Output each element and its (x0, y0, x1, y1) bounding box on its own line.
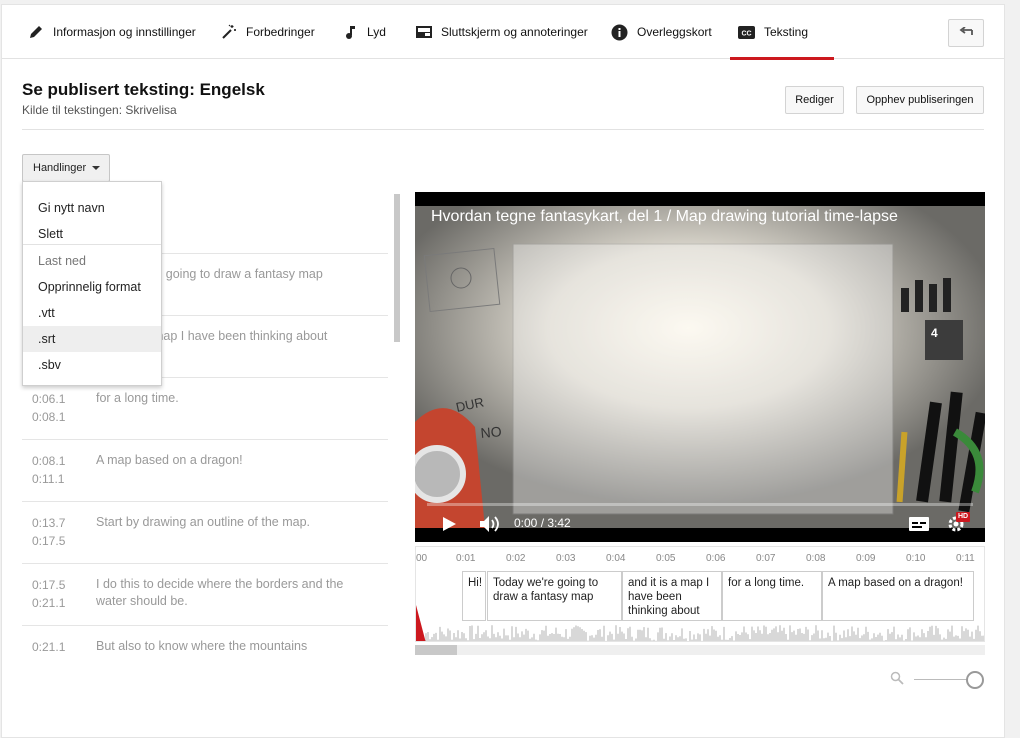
pencil-icon (28, 24, 44, 40)
tab-label: Forbedringer (246, 25, 315, 39)
timeline-cue[interactable]: A map based on a dragon! (822, 571, 974, 621)
unpublish-button[interactable]: Opphev publiseringen (856, 86, 984, 114)
menu-item-original-format[interactable]: Opprinnelig format (23, 274, 161, 300)
audio-waveform (425, 625, 984, 641)
tab-label: Lyd (367, 25, 386, 39)
volume-icon[interactable] (479, 515, 501, 538)
caption-text: I do this to decide where the borders an… (96, 577, 344, 608)
svg-text:CC: CC (741, 30, 751, 37)
timeline-scroll-thumb[interactable] (415, 645, 457, 655)
divider (22, 129, 984, 130)
caption-start: 0:13.7 (32, 516, 66, 530)
subtitles-icon[interactable] (909, 517, 929, 536)
time-tick: 0:08 (806, 553, 826, 564)
tab-label: Overleggskort (637, 25, 712, 39)
time-tick: 0:05 (656, 553, 676, 564)
caption-text: A map based on a dragon! (96, 453, 243, 467)
zoom-control[interactable] (890, 669, 986, 691)
zoom-magnifier-icon (890, 671, 904, 690)
caption-row[interactable]: 0:06.1 0:08.1 for a long time. (22, 378, 388, 440)
caption-start: 0:17.5 (32, 578, 66, 592)
tab-bar: Informasjon og innstillinger Forbedringe… (2, 5, 1004, 60)
magic-wand-icon (221, 24, 237, 40)
actions-menu: Gi nytt navn Slett Last ned Opprinnelig … (22, 181, 162, 386)
edit-button[interactable]: Rediger (785, 86, 844, 114)
time-tick: 0:06 (706, 553, 726, 564)
hd-badge: HD (956, 512, 971, 522)
time-tick: 0:02 (506, 553, 526, 564)
caption-text: But also to know where the mountains (96, 639, 308, 653)
info-icon (611, 24, 628, 41)
caption-row[interactable]: 0:13.7 0:17.5 Start by drawing an outline… (22, 502, 388, 564)
caption-row[interactable]: 0:21.1 But also to know where the mounta… (22, 626, 388, 654)
caption-end: 0:17.5 (32, 534, 66, 548)
timeline-cue[interactable]: and it is a map I have been thinking abo… (622, 571, 722, 621)
menu-item-vtt[interactable]: .vtt (23, 300, 161, 326)
video-progress-bar[interactable] (427, 503, 973, 506)
end-screen-icon (416, 26, 432, 38)
tab-end-screen[interactable]: Sluttskjerm og annoteringer (416, 5, 588, 59)
tab-audio[interactable]: Lyd (344, 5, 386, 59)
time-tick: 0:07 (756, 553, 776, 564)
tab-info-settings[interactable]: Informasjon og innstillinger (28, 5, 196, 59)
tab-cards[interactable]: Overleggskort (611, 5, 712, 59)
play-icon[interactable] (441, 516, 457, 537)
menu-header-download: Last ned (38, 254, 86, 268)
timeline-scrollbar[interactable] (415, 645, 985, 655)
actions-label: Handlinger (33, 162, 87, 174)
video-title: Hvordan tegne fantasykart, del 1 / Map d… (431, 208, 898, 225)
caption-end: 0:21.1 (32, 596, 66, 610)
video-frame: DUR NO 4 (415, 206, 985, 528)
back-button[interactable] (948, 19, 984, 47)
svg-text:4: 4 (931, 326, 938, 340)
timeline-cue[interactable]: for a long time. (722, 571, 822, 621)
actions-dropdown[interactable]: Handlinger (22, 154, 110, 182)
time-tick: 0:03 (556, 553, 576, 564)
tab-enhancements[interactable]: Forbedringer (221, 5, 315, 59)
caption-editor-panel: Informasjon og innstillinger Forbedringe… (1, 4, 1005, 738)
caption-start: 0:06.1 (32, 392, 66, 406)
caption-row[interactable]: 0:08.1 0:11.1 A map based on a dragon! (22, 440, 388, 502)
menu-item-sbv[interactable]: .sbv (23, 352, 161, 378)
caption-start: 0:21.1 (32, 640, 66, 654)
zoom-slider-thumb[interactable] (966, 671, 984, 689)
playhead-marker[interactable] (416, 605, 426, 641)
video-time: 0:00 / 3:42 (514, 516, 571, 530)
caret-down-icon (92, 166, 101, 170)
cc-icon: CC (738, 25, 755, 39)
caption-text: Start by drawing an outline of the map. (96, 515, 311, 529)
time-tick: 0:01 (456, 553, 476, 564)
time-tick: 0:10 (906, 553, 926, 564)
time-tick: 00 (416, 553, 428, 564)
tab-label: Sluttskjerm og annoteringer (441, 25, 588, 39)
time-tick: 0:09 (856, 553, 876, 564)
menu-item-srt[interactable]: .srt (23, 326, 161, 352)
page-title: Se publisert teksting: Engelsk (22, 80, 265, 99)
menu-divider (23, 244, 161, 245)
caption-text: for a long time. (96, 391, 179, 405)
caption-end: 0:11.1 (32, 472, 65, 486)
timeline-cue[interactable]: Hi! (462, 571, 486, 621)
tab-subtitles[interactable]: CC Teksting (729, 5, 835, 60)
video-player[interactable]: DUR NO 4 Hvordan tegne fantasykart, del … (415, 192, 985, 542)
timeline-cue[interactable]: Today we're going to draw a fantasy map (487, 571, 622, 621)
back-arrow-icon (959, 24, 973, 42)
time-tick: 0:11 (956, 553, 975, 564)
tab-label: Teksting (764, 25, 809, 39)
music-note-icon (344, 24, 358, 40)
time-tick: 0:04 (606, 553, 626, 564)
menu-item-rename[interactable]: Gi nytt navn (23, 195, 161, 221)
caption-start: 0:08.1 (32, 454, 66, 468)
caption-end: 0:08.1 (32, 410, 66, 424)
tab-label: Informasjon og innstillinger (53, 25, 196, 39)
list-scrollbar[interactable] (394, 194, 400, 342)
caption-source: Kilde til tekstingen: Skrivelisa (22, 103, 177, 117)
caption-row[interactable]: 0:17.5 0:21.1 I do this to decide where t… (22, 564, 388, 626)
caption-timeline[interactable]: 00 0:01 0:02 0:03 0:04 0:05 0:06 0:07 0:… (415, 546, 985, 642)
svg-text:NO: NO (480, 423, 502, 441)
